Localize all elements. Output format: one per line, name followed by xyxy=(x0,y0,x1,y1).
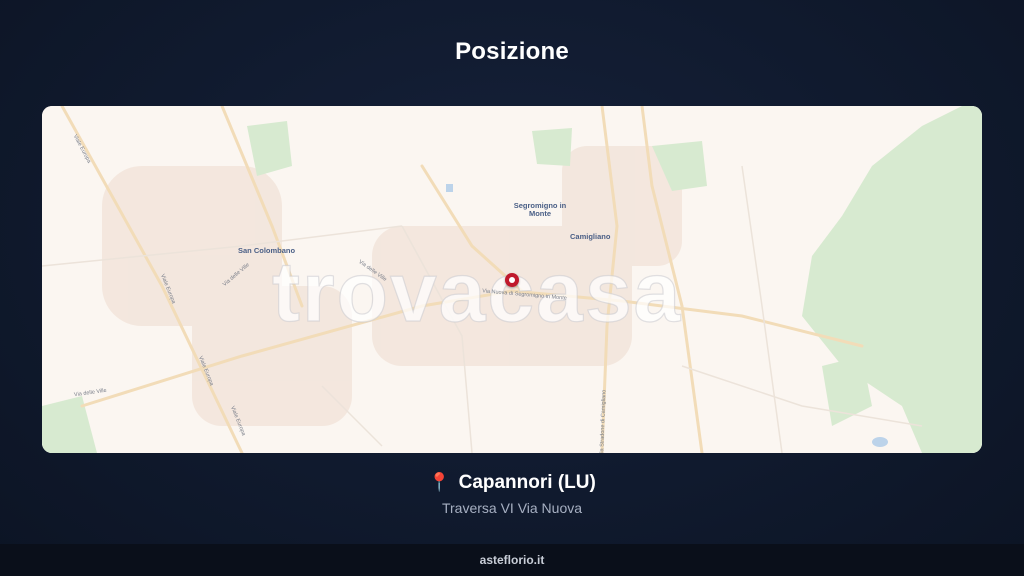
place-label-segromigno: Segromigno in Monte xyxy=(513,201,567,218)
place-label-camigliano: Camigliano xyxy=(570,232,611,241)
footer: asteflorio.it xyxy=(0,544,1024,576)
watermark-logo: trovacasa xyxy=(271,244,683,339)
location-address: Traversa VI Via Nuova xyxy=(441,500,583,516)
location-row: 📍 Capannori (LU) xyxy=(0,472,1024,494)
page-title: Posizione xyxy=(455,38,569,65)
footer-brand[interactable]: asteflorio.it xyxy=(480,553,545,567)
location-name: Capannori (LU) xyxy=(458,472,596,493)
map-pin-icon: 📍 xyxy=(428,472,451,492)
map[interactable]: trovacasa Segromigno in Monte Camigliano… xyxy=(42,106,982,453)
place-label-san-colombano: San Colombano xyxy=(238,246,296,255)
location-pin-icon[interactable] xyxy=(505,273,519,287)
